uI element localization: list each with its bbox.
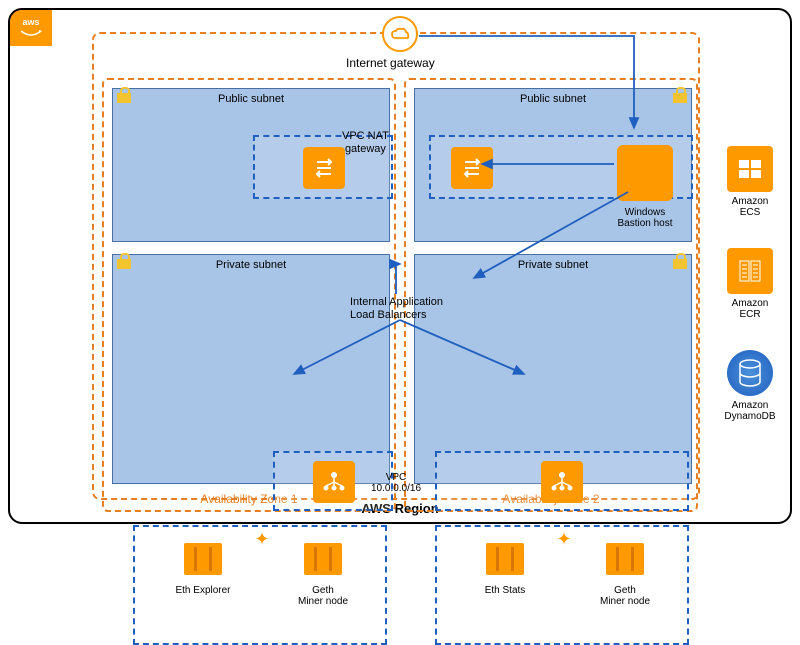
az2-private-label: Private subnet bbox=[514, 255, 592, 275]
nat-gateway-label: VPC NAT gateway bbox=[342, 130, 389, 156]
vpc-label-1: VPC bbox=[386, 472, 407, 483]
dynamodb-icon bbox=[727, 350, 773, 396]
lock-icon bbox=[673, 253, 687, 269]
bastion-label: Windows Bastion host bbox=[605, 207, 685, 229]
ecr-icon bbox=[727, 248, 773, 294]
az1-public-label: Public subnet bbox=[214, 89, 288, 109]
aws-region-box: aws AWS Region VPC Internet gateway VPC … bbox=[8, 8, 792, 524]
az2-nat-group: Windows Bastion host bbox=[429, 135, 693, 199]
az2-node-1-label: Eth Stats bbox=[453, 585, 557, 596]
vpc-box: Internet gateway VPC NAT gateway Interna… bbox=[92, 32, 700, 500]
load-balancer-label: Internal Application Load Balancers bbox=[350, 296, 443, 322]
az2-node-1: Eth Stats bbox=[453, 537, 557, 637]
az2-lb-group bbox=[435, 451, 689, 511]
ecs-label: Amazon ECS bbox=[716, 196, 784, 218]
service-dynamodb: Amazon DynamoDB bbox=[716, 350, 784, 422]
az1-private-subnet: Private subnet ✦ Eth Explorer Geth Miner… bbox=[112, 254, 390, 484]
internet-gateway-icon bbox=[382, 16, 418, 52]
az2-public-subnet: Public subnet Windows Bastion host bbox=[414, 88, 692, 242]
vpc-label-2: 10.0.0.0/16 bbox=[371, 483, 421, 494]
nat-gateway-icon bbox=[451, 147, 493, 189]
az1-node-2-label: Geth Miner node bbox=[271, 585, 375, 607]
az2-node-2-label: Geth Miner node bbox=[573, 585, 677, 607]
container-icon bbox=[304, 543, 342, 575]
aws-logo-badge: aws bbox=[10, 10, 52, 46]
az1-node-1-label: Eth Explorer bbox=[151, 585, 255, 596]
bastion-host-icon bbox=[617, 145, 673, 201]
aws-logo-text: aws bbox=[22, 17, 39, 27]
az2-node-group: ✦ Eth Stats Geth Miner node bbox=[435, 525, 689, 645]
az1-node-1: Eth Explorer bbox=[151, 537, 255, 637]
az2-public-label: Public subnet bbox=[516, 89, 590, 109]
service-ecr: Amazon ECR bbox=[716, 248, 784, 320]
vpc-cidr-label: VPC 10.0.0.0/16 bbox=[371, 472, 421, 494]
ecs-icon bbox=[727, 146, 773, 192]
load-balancer-icon bbox=[313, 461, 355, 503]
internet-gateway-label: Internet gateway bbox=[346, 56, 435, 70]
availability-zone-2: Availability Zone 2 Public subnet Window… bbox=[404, 78, 698, 512]
lock-icon bbox=[673, 87, 687, 103]
container-icon bbox=[606, 543, 644, 575]
container-icon bbox=[184, 543, 222, 575]
nat-gateway-icon bbox=[303, 147, 345, 189]
lock-icon bbox=[117, 253, 131, 269]
az1-private-label: Private subnet bbox=[212, 255, 290, 275]
service-ecs: Amazon ECS bbox=[716, 146, 784, 218]
container-icon bbox=[486, 543, 524, 575]
dynamodb-label: Amazon DynamoDB bbox=[716, 400, 784, 422]
load-balancer-icon bbox=[541, 461, 583, 503]
ecr-label: Amazon ECR bbox=[716, 298, 784, 320]
az1-node-2: Geth Miner node bbox=[271, 537, 375, 637]
az2-private-subnet: Private subnet ✦ Eth Stats Geth Miner no… bbox=[414, 254, 692, 484]
az1-public-subnet: Public subnet bbox=[112, 88, 390, 242]
lock-icon bbox=[117, 87, 131, 103]
az2-node-2: Geth Miner node bbox=[573, 537, 677, 637]
az1-node-group: ✦ Eth Explorer Geth Miner node bbox=[133, 525, 387, 645]
